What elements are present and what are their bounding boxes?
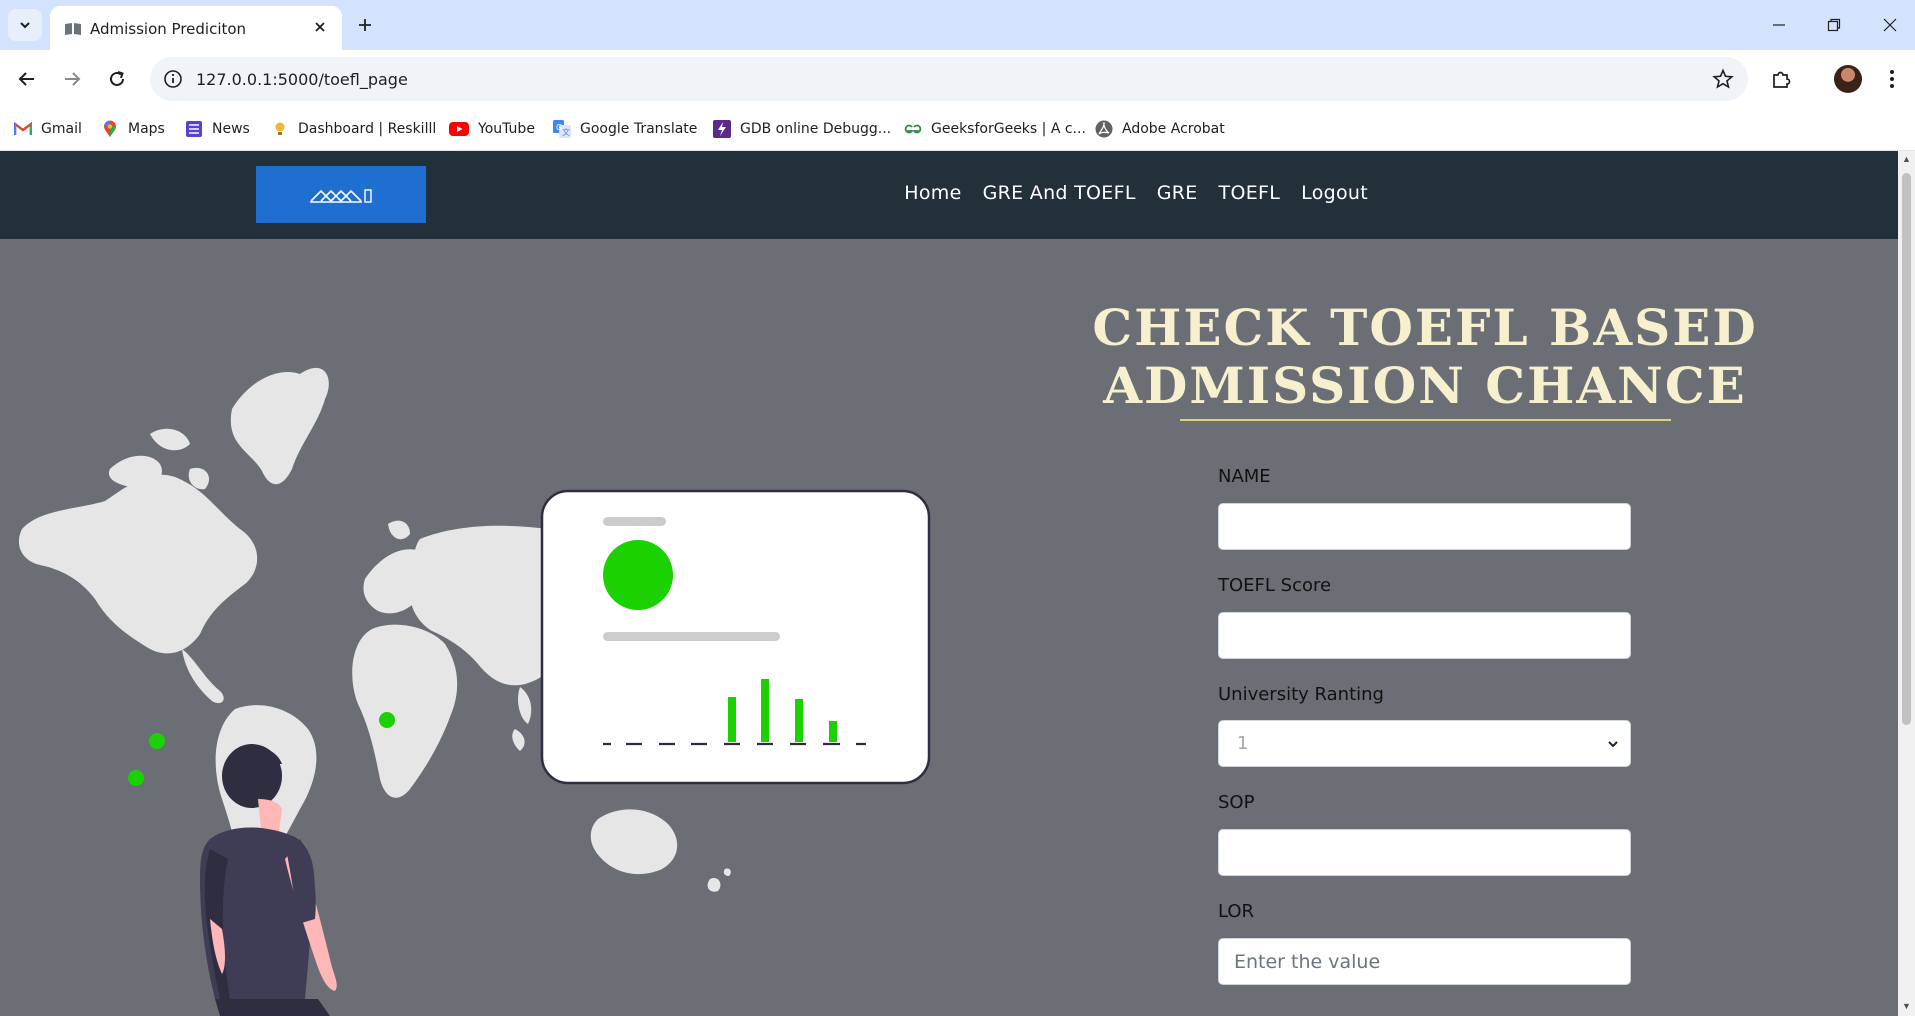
tab-search-button[interactable] — [8, 9, 42, 41]
maps-icon — [101, 120, 119, 138]
bookmark-gmail[interactable]: Gmail — [14, 117, 82, 141]
name-input[interactable] — [1218, 503, 1631, 550]
url-text[interactable]: 127.0.0.1:5000/toefl_page — [196, 70, 408, 89]
reload-icon — [110, 71, 124, 86]
bookmark-reskilll[interactable]: Dashboard | Reskilll — [271, 117, 436, 141]
page-scrollbar[interactable]: ▲ ▼ — [1898, 151, 1915, 1016]
reskilll-icon — [271, 120, 289, 138]
reload-button[interactable] — [100, 62, 134, 96]
bookmarks-bar: Gmail Maps News Dashboard | Reskilll You… — [0, 108, 1915, 151]
extensions-button[interactable] — [1764, 62, 1798, 96]
gdb-icon — [713, 120, 731, 138]
tab-title: Admission Prediciton — [90, 20, 247, 38]
nav-link-home[interactable]: Home — [904, 182, 961, 204]
gmail-icon — [14, 120, 32, 138]
bookmark-news[interactable]: News — [185, 117, 250, 141]
minimize-icon — [1773, 24, 1785, 26]
youtube-icon — [449, 120, 469, 138]
nav-link-toefl[interactable]: TOEFL — [1219, 182, 1281, 204]
heading-underline — [1180, 419, 1671, 421]
new-tab-button[interactable] — [350, 10, 380, 40]
close-icon — [1883, 18, 1897, 32]
world-map-illustration — [18, 367, 931, 1016]
tab-favicon-icon — [65, 23, 81, 35]
acrobat-icon — [1095, 120, 1113, 138]
bookmark-youtube[interactable]: YouTube — [449, 117, 535, 141]
bookmark-gdb[interactable]: GDB online Debugg... — [713, 117, 891, 141]
bookmark-google-translate[interactable]: G文 Google Translate — [553, 117, 697, 141]
browser-tab-strip: Admission Prediciton — [0, 0, 1915, 50]
arrow-right-icon — [65, 72, 81, 86]
books-logo-icon — [310, 188, 372, 203]
nav-link-gre-and-toefl[interactable]: GRE And TOEFL — [983, 182, 1136, 204]
back-button[interactable] — [10, 62, 44, 96]
restore-button[interactable] — [1806, 8, 1862, 42]
page-heading: CHECK TOEFL BASED ADMISSION CHANCE — [1092, 298, 1758, 415]
brand-logo-link[interactable] — [256, 166, 426, 223]
dashboard-card — [540, 489, 931, 785]
restore-icon — [1827, 18, 1841, 32]
bookmark-adobe-acrobat[interactable]: Adobe Acrobat — [1095, 117, 1225, 141]
news-icon — [185, 120, 203, 138]
nav-link-gre[interactable]: GRE — [1157, 182, 1198, 204]
page-viewport: Home GRE And TOEFL GRE TOEFL Logout CHEC… — [0, 151, 1898, 1016]
close-window-button[interactable] — [1862, 8, 1915, 42]
minimize-button[interactable] — [1751, 8, 1807, 42]
sop-input[interactable] — [1218, 829, 1631, 876]
browser-toolbar: 127.0.0.1:5000/toefl_page — [0, 50, 1915, 108]
bookmark-maps[interactable]: Maps — [101, 117, 165, 141]
sop-label: SOP — [1218, 792, 1255, 813]
scroll-up-icon[interactable]: ▲ — [1902, 154, 1911, 164]
university-rating-label: University Ranting — [1218, 684, 1384, 705]
profile-avatar[interactable] — [1834, 65, 1862, 93]
translate-icon: G文 — [553, 120, 571, 138]
geeksforgeeks-icon — [904, 120, 922, 138]
site-info-icon[interactable] — [162, 68, 184, 90]
svg-text:文: 文 — [562, 127, 570, 137]
toefl-score-label: TOEFL Score — [1218, 575, 1332, 596]
address-bar[interactable]: 127.0.0.1:5000/toefl_page — [150, 57, 1748, 101]
puzzle-icon — [1773, 71, 1791, 88]
bookmark-geeksforgeeks[interactable]: GeeksforGeeks | A c... — [904, 117, 1086, 141]
lor-label: LOR — [1218, 901, 1255, 922]
kebab-menu-icon — [1890, 70, 1894, 88]
star-icon[interactable] — [1712, 68, 1734, 90]
tab-close-button[interactable] — [308, 15, 332, 39]
university-rating-select[interactable]: 1 — [1218, 720, 1631, 767]
browser-menu-button[interactable] — [1875, 62, 1909, 96]
chevron-down-icon — [1608, 741, 1618, 748]
toefl-score-input[interactable] — [1218, 612, 1631, 659]
forward-button[interactable] — [55, 62, 89, 96]
arrow-left-icon — [18, 72, 34, 86]
university-rating-value: 1 — [1237, 733, 1249, 754]
site-navbar: Home GRE And TOEFL GRE TOEFL Logout — [0, 151, 1898, 239]
plus-icon — [359, 19, 371, 31]
chevron-down-icon — [20, 22, 30, 29]
lor-input[interactable] — [1218, 938, 1631, 985]
active-tab[interactable]: Admission Prediciton — [50, 6, 342, 50]
scroll-thumb[interactable] — [1902, 173, 1911, 725]
nav-link-logout[interactable]: Logout — [1301, 182, 1368, 204]
scroll-down-icon[interactable]: ▼ — [1902, 1001, 1911, 1011]
name-label: NAME — [1218, 466, 1271, 487]
close-icon — [315, 22, 325, 32]
nav-links: Home GRE And TOEFL GRE TOEFL Logout — [904, 182, 1368, 204]
